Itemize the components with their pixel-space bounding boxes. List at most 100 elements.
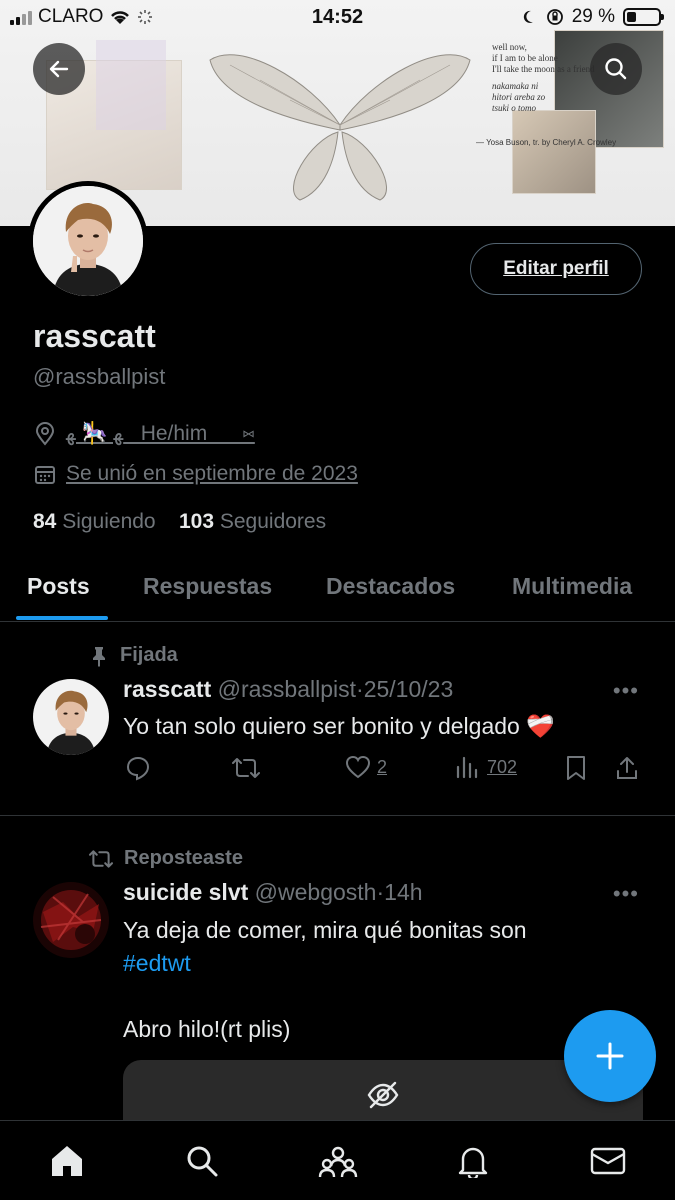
heart-icon (345, 755, 371, 779)
post-author-handle: @webgosth (254, 879, 377, 905)
bottom-navigation (0, 1120, 675, 1200)
reply-button[interactable] (125, 755, 151, 781)
post-author-name[interactable]: suicide slvt (123, 879, 248, 905)
search-button[interactable] (590, 43, 642, 95)
post-text: Ya deja de comer, mira qué bonitas son #… (123, 914, 527, 1046)
tab-posts[interactable]: Posts (27, 573, 90, 600)
tab-media[interactable]: Multimedia (512, 573, 632, 600)
display-name: rasscatt (33, 318, 156, 354)
profile-handle: @rassballpist (33, 364, 166, 389)
separator-dot: · (376, 879, 385, 905)
tab-replies[interactable]: Respuestas (143, 573, 272, 600)
eye-off-icon (367, 1081, 399, 1109)
post-avatar[interactable] (33, 679, 109, 755)
share-button[interactable] (615, 755, 639, 781)
repost-context: Reposteaste (88, 847, 243, 870)
quote-line: nakamaka ni (492, 81, 539, 91)
moon-icon (523, 10, 533, 23)
avatar-photo (33, 882, 109, 958)
post-avatar[interactable] (33, 882, 109, 958)
battery-percent: 29 % (571, 6, 615, 27)
status-right: 29 % (522, 6, 664, 28)
reply-icon (126, 756, 150, 781)
post-divider (0, 815, 675, 816)
view-count: 702 (487, 756, 518, 777)
post-time[interactable]: 25/10/23 (364, 676, 454, 702)
joined-row: Se unió en septiembre de 2023 (34, 462, 358, 486)
more-options-button[interactable]: ••• (613, 881, 639, 907)
like-button[interactable]: 2 (345, 755, 387, 779)
joined-text: Se unió en septiembre de 2023 (66, 462, 358, 485)
tab-highlights[interactable]: Destacados (326, 573, 455, 600)
hashtag-link[interactable]: #edtwt (123, 947, 527, 980)
following-label: Siguiendo (62, 510, 156, 533)
follow-stats: 84 Siguiendo 103 Seguidores (33, 510, 326, 534)
post-actions: 2 702 (123, 755, 643, 785)
more-options-button[interactable]: ••• (613, 678, 639, 704)
edit-profile-button[interactable]: Editar perfil (470, 243, 642, 295)
repost-button[interactable] (231, 755, 261, 781)
active-tab-indicator (16, 616, 108, 620)
avatar-photo (33, 679, 109, 755)
following-count: 84 (33, 510, 57, 533)
repost-icon (88, 849, 114, 868)
following-link[interactable]: 84 Siguiendo (33, 510, 156, 533)
notifications-icon (458, 1147, 488, 1178)
status-bar: CLARO 14:52 29 % (0, 0, 675, 36)
post-author-name[interactable]: rasscatt (123, 676, 211, 702)
post-text-line: Abro hilo!(rt plis) (123, 1016, 291, 1042)
post-text-line: Ya deja de comer, mira qué bonitas son (123, 917, 527, 943)
post-time[interactable]: 14h (384, 879, 422, 905)
location-text: ﻬ 🎠 ﻬ He/him ⑅ (66, 422, 255, 445)
followers-label: Seguidores (219, 510, 327, 533)
profile-tabs: Posts Respuestas Destacados Multimedia (0, 560, 675, 622)
post-header: rasscatt @rassballpist·25/10/23 (123, 676, 453, 703)
quote-line: hitori areba zo (492, 92, 546, 102)
quote-credit: — Yosa Buson, tr. by Cheryl A. Crowley (476, 138, 617, 147)
location-pin-icon (35, 421, 55, 446)
quote-line: well now, (492, 42, 527, 52)
butterfly-wings-image (209, 54, 471, 201)
bookmark-icon (567, 756, 585, 780)
search-icon (605, 58, 627, 80)
location-row: ﻬ 🎠 ﻬ He/him ⑅ (34, 421, 255, 446)
share-icon (617, 757, 637, 779)
search-icon (187, 1146, 218, 1177)
home-icon (52, 1146, 82, 1176)
separator-dot: · (356, 676, 364, 702)
repost-icon (232, 758, 260, 778)
nav-messages[interactable] (588, 1141, 628, 1181)
views-button[interactable]: 702 (455, 755, 517, 779)
banner-quote: well now, if I am to be alone I'll take … (492, 42, 595, 114)
bookmark-button[interactable] (565, 755, 587, 781)
nav-home[interactable] (47, 1141, 87, 1181)
plus-icon (596, 1042, 624, 1070)
quote-line: tsuki o tomo (492, 103, 536, 113)
pinned-label: Fijada (120, 644, 178, 666)
profile-avatar[interactable] (28, 181, 148, 301)
pin-icon (93, 646, 105, 667)
post-text: Yo tan solo quiero ser bonito y delgado … (123, 713, 555, 739)
nav-notifications[interactable] (453, 1141, 493, 1181)
orientation-lock-icon (546, 9, 563, 25)
post-header: suicide slvt @webgosth·14h (123, 879, 423, 906)
followers-count: 103 (178, 510, 215, 533)
followers-link[interactable]: 103 Seguidores (179, 510, 326, 533)
avatar-photo (33, 186, 143, 296)
calendar-icon (35, 466, 55, 484)
pinned-context: Fijada (88, 644, 178, 667)
post-author-handle: @rassballpist (217, 676, 357, 702)
quote-line: if I am to be alone (492, 53, 558, 63)
messages-icon (590, 1147, 626, 1175)
communities-icon (318, 1146, 358, 1178)
banner-collage-right-bottom (512, 110, 596, 194)
compose-button[interactable] (564, 1010, 656, 1102)
banner-collage-sketch (96, 40, 166, 130)
arrow-left-icon (49, 60, 69, 78)
nav-search[interactable] (182, 1141, 222, 1181)
back-button[interactable] (33, 43, 85, 95)
like-count: 2 (377, 756, 388, 777)
quote-line: I'll take the moon as a friend (492, 64, 595, 74)
views-icon (456, 756, 478, 779)
nav-communities[interactable] (318, 1141, 358, 1181)
